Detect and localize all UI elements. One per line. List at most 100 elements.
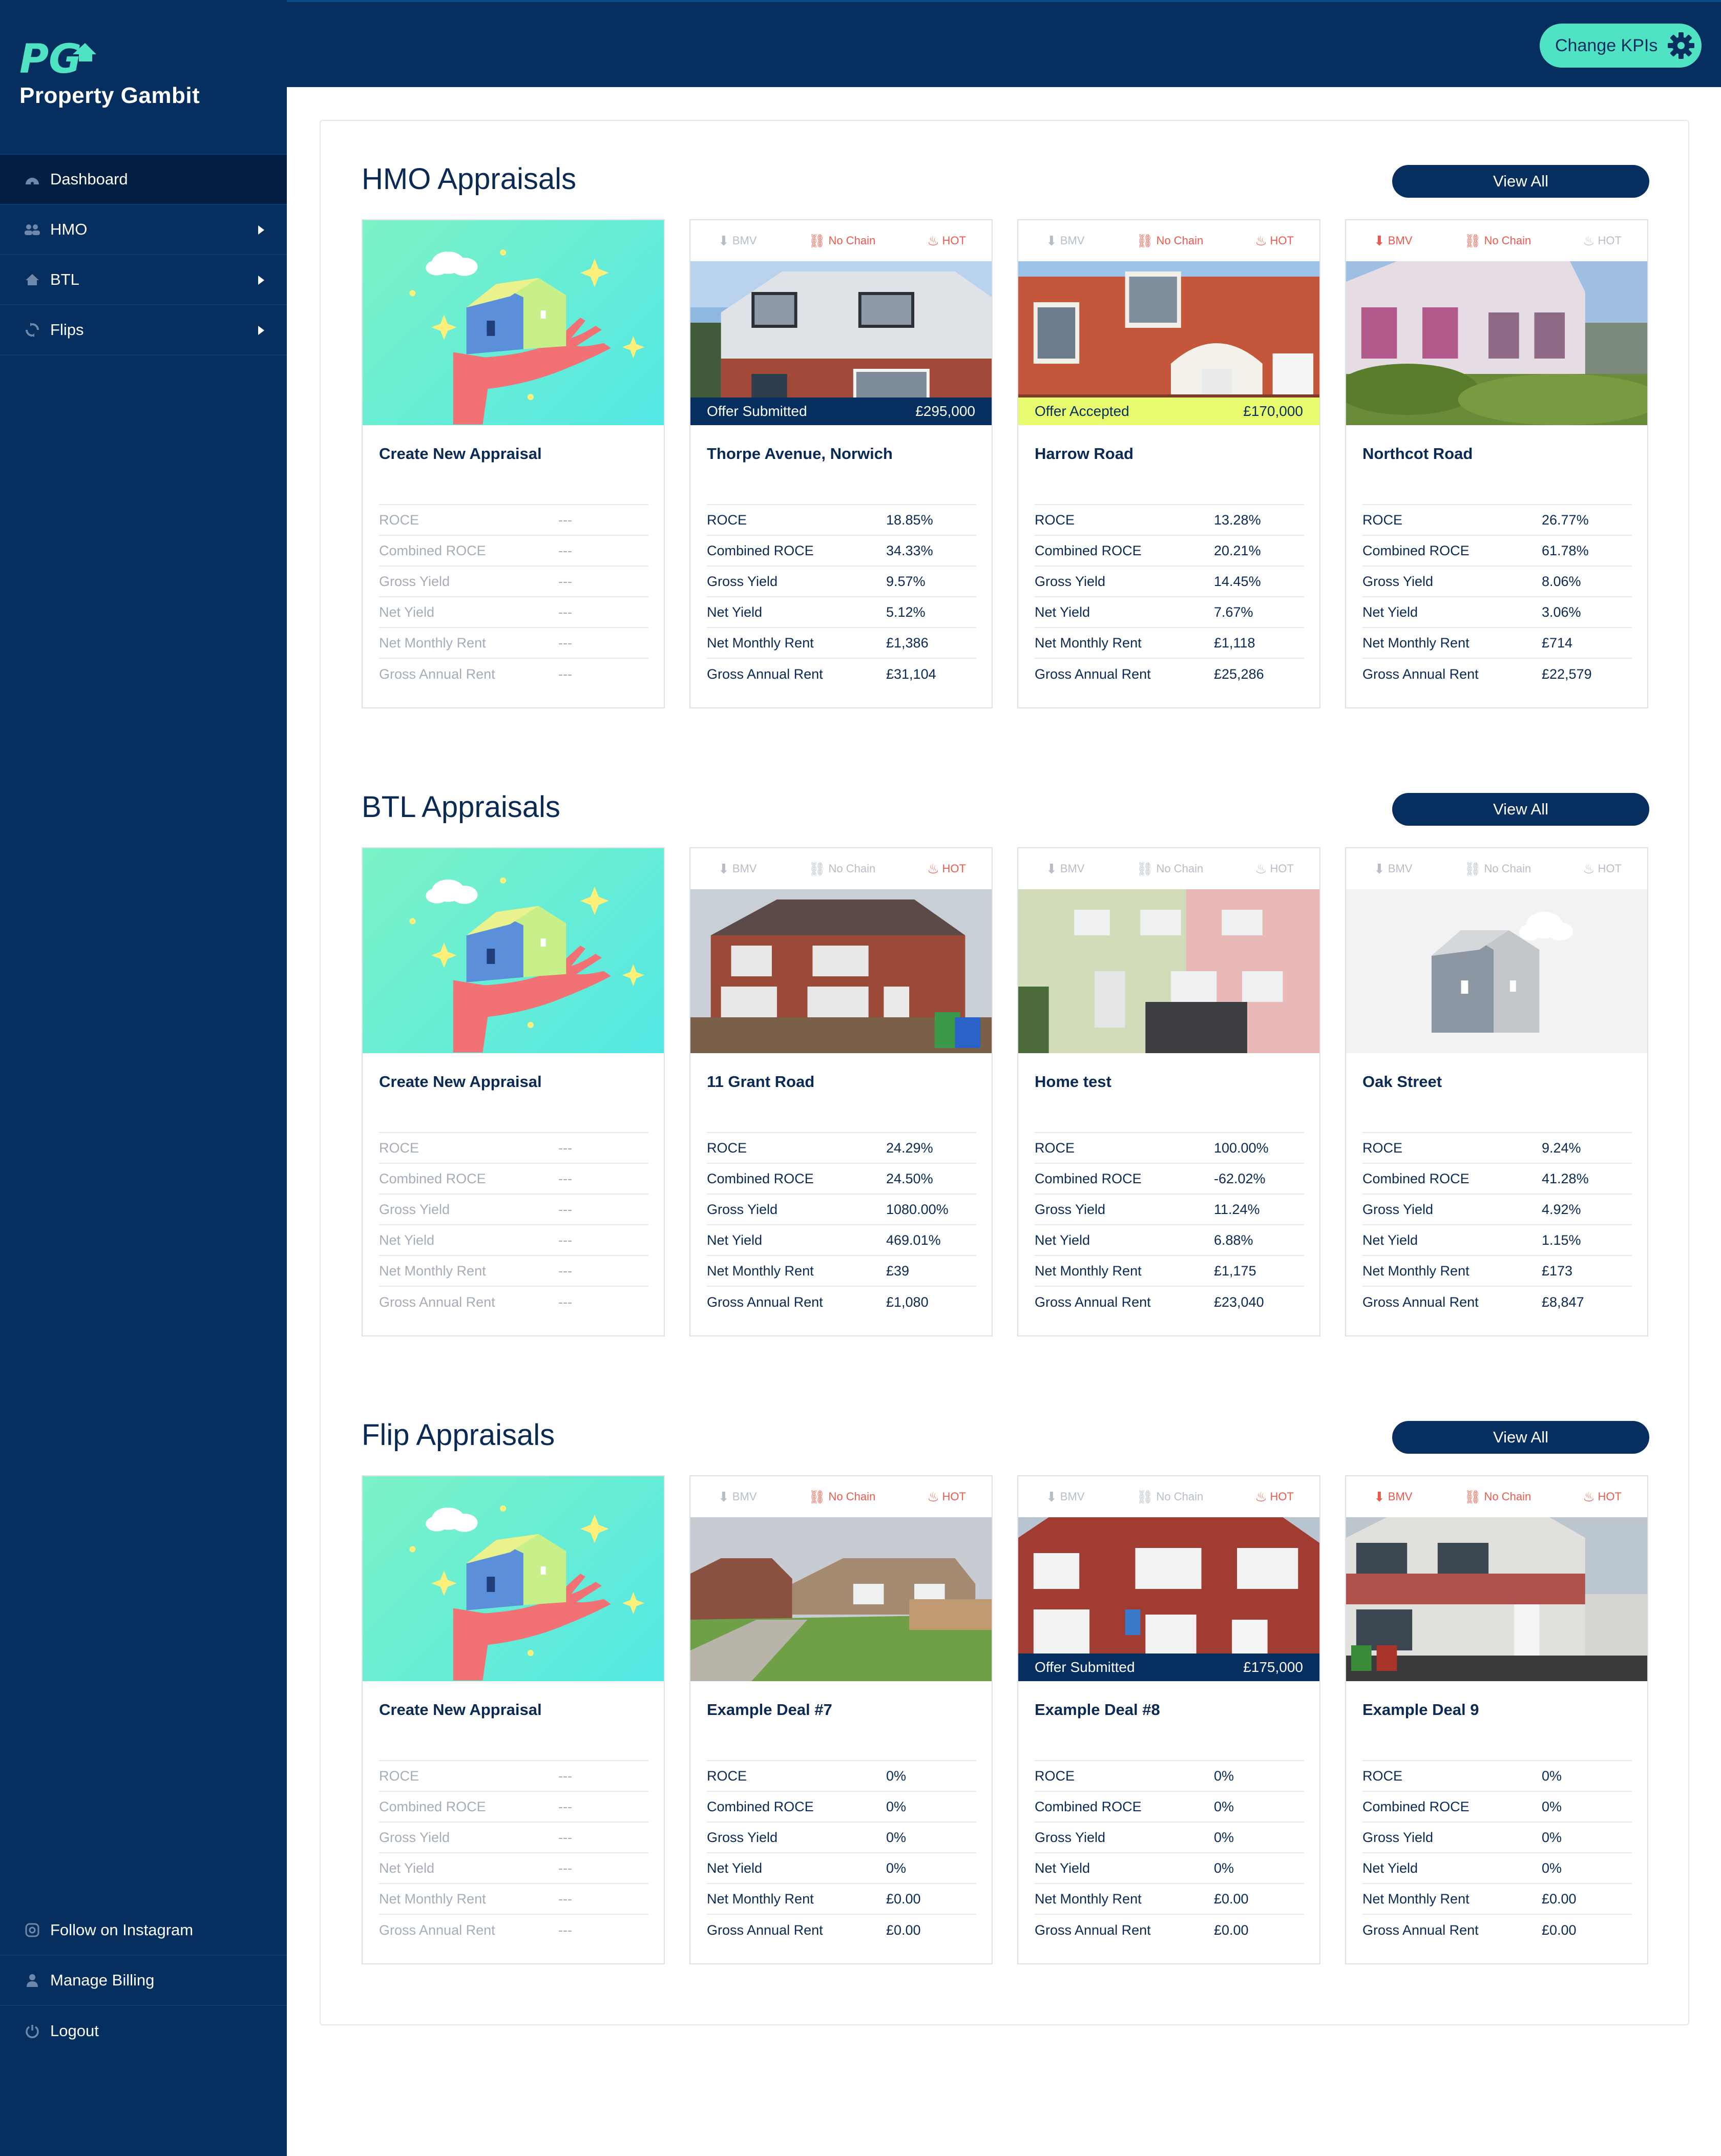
metric-row: Gross Yield 11.24% bbox=[1035, 1195, 1304, 1225]
hot-tag: ♨ HOT bbox=[1255, 862, 1294, 875]
deal-card[interactable]: ⬇ BMV ⛓ No Chain ♨ HOT bbox=[1345, 1475, 1648, 1964]
metric-row: Combined ROCE 61.78% bbox=[1362, 536, 1632, 567]
metric-row: Net Monthly Rent --- bbox=[379, 1884, 648, 1915]
sidebar-item-label: Follow on Instagram bbox=[50, 1921, 194, 1939]
placeholder-house-image bbox=[1346, 889, 1647, 1053]
metric-row: Combined ROCE 24.50% bbox=[707, 1164, 976, 1195]
metric-label: Gross Annual Rent bbox=[1035, 1922, 1151, 1938]
metric-row: Gross Annual Rent £0.00 bbox=[707, 1915, 976, 1945]
no-chain-tag-label: No Chain bbox=[1156, 862, 1204, 875]
metric-label: Gross Yield bbox=[707, 1829, 778, 1845]
metric-label: Combined ROCE bbox=[1035, 1170, 1142, 1186]
brand-logo[interactable]: PG Property Gambit bbox=[19, 39, 200, 109]
chain-icon: ⛓ bbox=[1464, 861, 1481, 876]
metric-label: Gross Yield bbox=[379, 573, 450, 589]
deal-card[interactable]: ⬇ BMV ⛓ No Chain ♨ HOT Oak Street ROCE 9… bbox=[1345, 847, 1648, 1336]
sidebar-item-instagram[interactable]: Follow on Instagram bbox=[0, 1906, 287, 1956]
caret-right-icon bbox=[258, 276, 264, 285]
deal-card[interactable]: ⬇ BMV ⛓ No Chain ♨ HOT bbox=[1017, 219, 1320, 708]
metric-value: 41.28% bbox=[1542, 1170, 1589, 1186]
sidebar-item-flips[interactable]: Flips bbox=[0, 305, 287, 355]
fire-icon: ♨ bbox=[1255, 233, 1267, 248]
deal-card[interactable]: ⬇ BMV ⛓ No Chain ♨ HOT Example Deal #7 R… bbox=[689, 1475, 993, 1964]
sidebar-item-hmo[interactable]: HMO bbox=[0, 205, 287, 255]
chain-icon: ⛓ bbox=[1136, 1489, 1153, 1504]
logo-mark: PG bbox=[19, 39, 96, 77]
metric-row: Gross Yield 0% bbox=[1362, 1823, 1632, 1853]
deal-card[interactable]: ⬇ BMV ⛓ No Chain ♨ HOT bbox=[1017, 847, 1320, 1336]
metric-row: ROCE 0% bbox=[1035, 1761, 1304, 1792]
metric-row: Net Yield 3.06% bbox=[1362, 597, 1632, 628]
chain-icon: ⛓ bbox=[808, 1489, 826, 1504]
deal-card[interactable]: ⬇ BMV ⛓ No Chain ♨ HOT bbox=[689, 219, 993, 708]
offer-status: Offer Submitted bbox=[1035, 1659, 1135, 1675]
bmv-tag: ⬇ BMV bbox=[718, 234, 757, 247]
metric-row: Net Yield 0% bbox=[1362, 1853, 1632, 1884]
sidebar-item-logout[interactable]: Logout bbox=[0, 2006, 287, 2056]
metric-value: 26.77% bbox=[1542, 512, 1589, 528]
view-all-button[interactable]: View All bbox=[1392, 165, 1649, 198]
deal-title: Example Deal #7 bbox=[707, 1701, 832, 1719]
view-all-button[interactable]: View All bbox=[1392, 793, 1649, 826]
gear-icon bbox=[1668, 32, 1695, 59]
deal-card[interactable]: ⬇ BMV ⛓ No Chain ♨ HOT bbox=[689, 847, 993, 1336]
no-chain-tag-label: No Chain bbox=[1484, 1490, 1531, 1503]
metric-value: £31,104 bbox=[886, 666, 936, 682]
metric-value: 20.21% bbox=[1214, 542, 1261, 558]
metric-value: --- bbox=[558, 1232, 572, 1248]
deal-title: Create New Appraisal bbox=[379, 1701, 542, 1719]
create-appraisal-card[interactable]: Create New Appraisal ROCE --- Combined RO… bbox=[362, 847, 665, 1336]
metric-label: Gross Yield bbox=[1035, 1829, 1106, 1845]
metric-label: Net Monthly Rent bbox=[1362, 635, 1470, 651]
metric-label: Gross Yield bbox=[1035, 1201, 1106, 1217]
change-kpis-button[interactable]: Change KPIs bbox=[1540, 24, 1702, 68]
metric-value: --- bbox=[558, 1263, 572, 1279]
sidebar-item-btl[interactable]: BTL bbox=[0, 255, 287, 305]
metric-label: ROCE bbox=[379, 512, 419, 528]
deal-tags: ⬇ BMV ⛓ No Chain ♨ HOT bbox=[1346, 848, 1647, 889]
section-hmo: HMO Appraisals View All Create New Appra… bbox=[362, 162, 1649, 710]
sidebar-nav: Dashboard HMO BTL Flips bbox=[0, 154, 287, 355]
deal-card[interactable]: ⬇ BMV ⛓ No Chain ♨ HOT Offer Submitted £… bbox=[1017, 1475, 1320, 1964]
sidebar-item-billing[interactable]: Manage Billing bbox=[0, 1956, 287, 2006]
offer-status: Offer Accepted bbox=[1035, 403, 1129, 419]
sidebar-bottom-nav: Follow on Instagram Manage Billing Logou… bbox=[0, 1906, 287, 2056]
metric-value: 9.57% bbox=[886, 573, 926, 589]
view-all-button[interactable]: View All bbox=[1392, 1421, 1649, 1454]
fire-icon: ♨ bbox=[1255, 1489, 1267, 1504]
metric-value: £0.00 bbox=[1214, 1922, 1249, 1938]
metric-label: Net Monthly Rent bbox=[1362, 1263, 1470, 1279]
create-appraisal-card[interactable]: Create New Appraisal ROCE --- Combined RO… bbox=[362, 1475, 665, 1964]
metric-value: 0% bbox=[1542, 1829, 1562, 1845]
metrics-table: ROCE --- Combined ROCE --- Gross Yield --- … bbox=[379, 504, 648, 689]
deal-card[interactable]: ⬇ BMV ⛓ No Chain ♨ HOT Northcot Road ROC… bbox=[1345, 219, 1648, 708]
metric-value: 100.00% bbox=[1214, 1140, 1269, 1156]
metric-row: Gross Yield --- bbox=[379, 1195, 648, 1225]
sidebar-item-dashboard[interactable]: Dashboard bbox=[0, 155, 287, 205]
metric-label: Net Yield bbox=[707, 604, 763, 620]
metrics-table: ROCE 13.28% Combined ROCE 20.21% Gross Yie… bbox=[1035, 504, 1304, 689]
metric-row: Gross Yield 8.06% bbox=[1362, 567, 1632, 597]
metric-row: Net Yield 6.88% bbox=[1035, 1225, 1304, 1256]
sidebar-item-label: Manage Billing bbox=[50, 1971, 155, 1989]
sidebar: PG Property Gambit Dashboard HMO BTL Fli… bbox=[0, 0, 287, 2156]
metric-row: Gross Yield 1080.00% bbox=[707, 1195, 976, 1225]
create-appraisal-card[interactable]: Create New Appraisal ROCE --- Combined RO… bbox=[362, 219, 665, 708]
section-title: Flip Appraisals bbox=[362, 1418, 555, 1452]
metric-row: Gross Yield --- bbox=[379, 567, 648, 597]
arrow-down-icon: ⬇ bbox=[1374, 1489, 1385, 1504]
no-chain-tag: ⛓ No Chain bbox=[1464, 862, 1531, 875]
metric-row: Net Monthly Rent £1,175 bbox=[1035, 1256, 1304, 1287]
no-chain-tag: ⛓ No Chain bbox=[1136, 1490, 1203, 1503]
property-photo bbox=[1346, 261, 1647, 425]
metric-label: Net Monthly Rent bbox=[707, 635, 814, 651]
metric-row: Gross Annual Rent £25,286 bbox=[1035, 659, 1304, 689]
metric-label: Gross Annual Rent bbox=[379, 1922, 495, 1938]
metric-value: 13.28% bbox=[1214, 512, 1261, 528]
metric-row: ROCE 24.29% bbox=[707, 1133, 976, 1164]
metric-value: 3.06% bbox=[1542, 604, 1581, 620]
metric-row: Combined ROCE 20.21% bbox=[1035, 536, 1304, 567]
metric-value: --- bbox=[558, 1922, 572, 1938]
metric-label: Net Monthly Rent bbox=[707, 1891, 814, 1907]
metric-label: Net Monthly Rent bbox=[1035, 1891, 1142, 1907]
